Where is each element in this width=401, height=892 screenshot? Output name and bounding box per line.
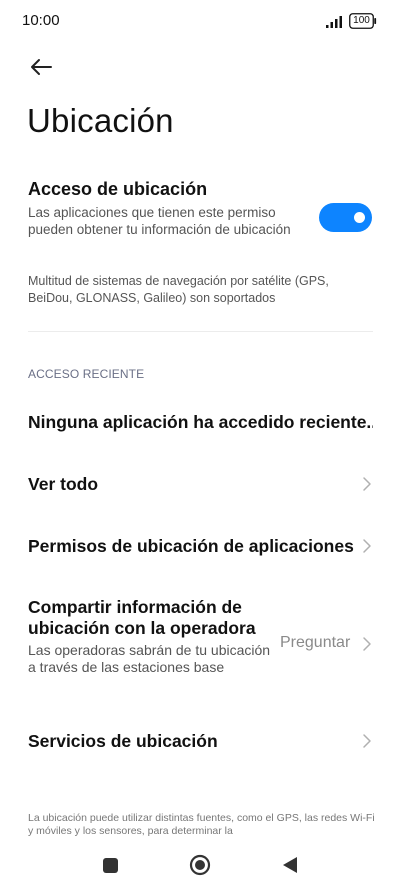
footer-note: La ubicación puede utilizar distintas fu…	[28, 812, 375, 837]
app-location-permissions-row[interactable]: Permisos de ubicación de aplicaciones	[28, 536, 354, 557]
recents-icon[interactable]	[103, 858, 118, 873]
recent-access-header: ACCESO RECIENTE	[28, 367, 145, 381]
navigation-bar	[0, 842, 401, 892]
chevron-right-icon	[363, 539, 371, 553]
location-services-row[interactable]: Servicios de ubicación	[28, 731, 218, 752]
signal-icon	[326, 16, 342, 28]
toggle-knob	[354, 212, 365, 223]
battery-level: 100	[353, 15, 370, 26]
view-all-row[interactable]: Ver todo	[28, 474, 98, 495]
home-icon[interactable]	[189, 854, 211, 876]
carrier-sharing-description: Las operadoras sabrán de tu ubicación a …	[28, 642, 271, 675]
status-bar: 10:00 100	[0, 0, 401, 44]
divider	[28, 331, 373, 332]
location-access-toggle[interactable]	[319, 203, 372, 232]
location-access-description: Las aplicaciones que tienen este permiso…	[28, 205, 291, 237]
chevron-right-icon	[363, 637, 371, 651]
arrow-left-icon[interactable]	[26, 52, 56, 82]
chevron-right-icon	[363, 734, 371, 748]
back-triangle-icon[interactable]	[282, 856, 298, 874]
gnss-note: Multitud de sistemas de navegación por s…	[28, 274, 329, 305]
carrier-sharing-title[interactable]: Compartir información de ubicación con l…	[28, 597, 278, 639]
chevron-right-icon	[363, 477, 371, 491]
location-access-title: Acceso de ubicación	[28, 179, 208, 199]
recent-access-none: Ninguna aplicación ha accedido reciente.…	[28, 412, 373, 432]
status-time: 10:00	[22, 12, 60, 29]
page-title: Ubicación	[27, 102, 174, 139]
carrier-sharing-value[interactable]: Preguntar	[280, 634, 350, 652]
